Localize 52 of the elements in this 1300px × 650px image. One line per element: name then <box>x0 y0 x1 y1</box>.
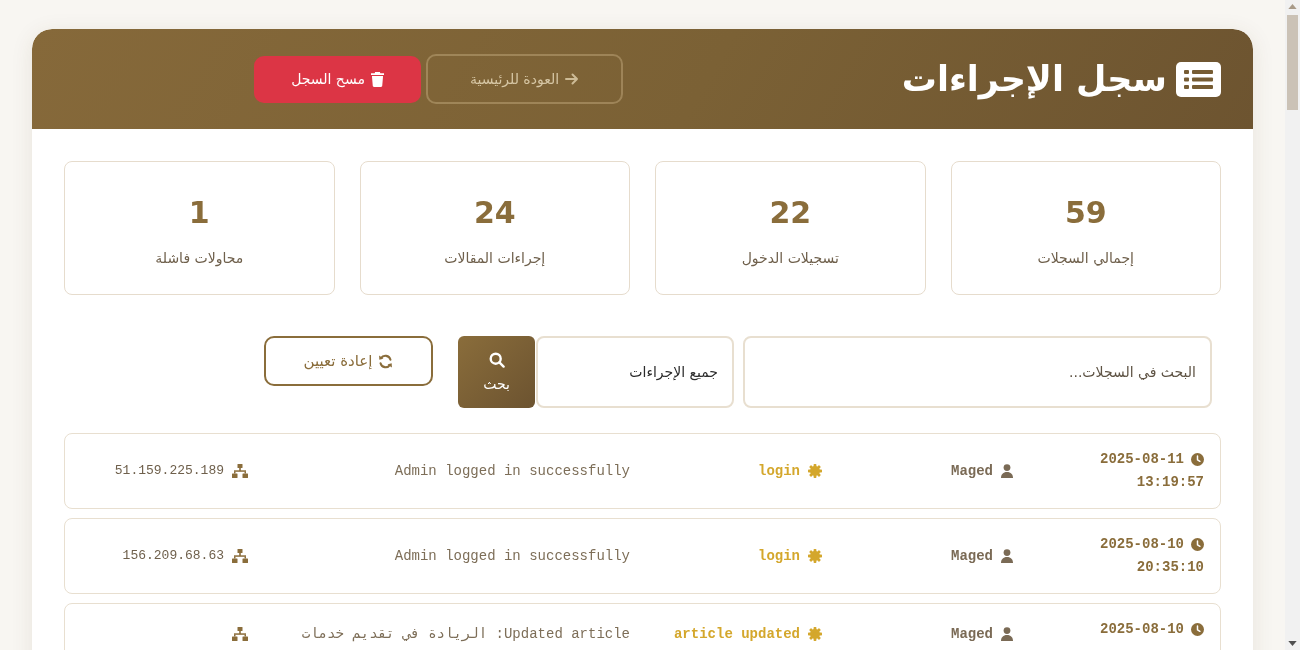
user-icon <box>1001 464 1013 478</box>
gear-icon <box>808 627 822 641</box>
scroll-down-icon[interactable] <box>1288 641 1297 646</box>
clock-icon <box>1191 623 1204 636</box>
stat-value: 22 <box>769 194 812 232</box>
gear-icon <box>808 549 822 563</box>
log-date: 2025-08-10 <box>1100 535 1184 554</box>
clock-icon <box>1191 453 1204 466</box>
log-user: Maged <box>951 547 993 566</box>
log-date: 2025-08-11 <box>1100 450 1184 469</box>
log-user: Maged <box>951 462 993 481</box>
scrollbar-track[interactable] <box>1285 0 1300 650</box>
search-button[interactable]: بحث <box>458 336 535 408</box>
clock-icon <box>1191 538 1204 551</box>
stat-value: 24 <box>473 194 516 232</box>
stat-label: إجمالي السجلات <box>1037 249 1134 268</box>
action-select[interactable]: جميع الإجراءات <box>536 336 734 408</box>
gear-icon <box>808 464 822 478</box>
log-ip: 156.209.68.63 <box>122 547 224 565</box>
stat-label: تسجيلات الدخول <box>741 249 839 269</box>
trash-icon <box>370 71 384 87</box>
scroll-up-icon[interactable] <box>1288 4 1297 9</box>
log-description: Admin logged in successfully <box>394 463 630 479</box>
log-description: Updated article: الريادة في تقديم خدمات <box>301 626 630 642</box>
back-home-button[interactable]: العودة للرئيسية <box>426 54 623 104</box>
page-title: سجل الإجراءات <box>901 58 1167 102</box>
log-time: 13:19:57 <box>1136 473 1204 492</box>
user-icon <box>1001 549 1013 563</box>
refresh-icon <box>378 353 394 369</box>
network-icon <box>232 627 248 641</box>
log-action: article updated <box>673 625 800 644</box>
scrollbar-thumb[interactable] <box>1287 15 1298 110</box>
log-action: login <box>758 462 800 481</box>
stat-value: 59 <box>1064 194 1107 232</box>
log-action: login <box>758 547 800 566</box>
log-date: 2025-08-10 <box>1100 620 1184 639</box>
list-icon <box>1176 61 1221 97</box>
reset-button[interactable]: إعادة تعيين <box>264 336 433 386</box>
stat-label: محاولات فاشلة <box>155 249 244 269</box>
log-time: 20:35:10 <box>1136 558 1204 577</box>
clear-log-button[interactable]: مسح السجل <box>254 55 421 103</box>
log-description: Admin logged in successfully <box>394 548 630 564</box>
stat-label: إجراءات المقالات <box>444 249 546 268</box>
search-field[interactable]: البحث في السجلات... <box>743 336 1212 408</box>
network-icon <box>232 464 248 478</box>
arrow-right-icon <box>565 73 580 85</box>
stat-value: 1 <box>188 194 210 232</box>
search-icon <box>488 352 505 368</box>
log-user: Maged <box>951 625 993 644</box>
log-ip: 51.159.225.189 <box>114 462 224 480</box>
network-icon <box>232 549 248 563</box>
user-icon <box>1001 627 1013 641</box>
